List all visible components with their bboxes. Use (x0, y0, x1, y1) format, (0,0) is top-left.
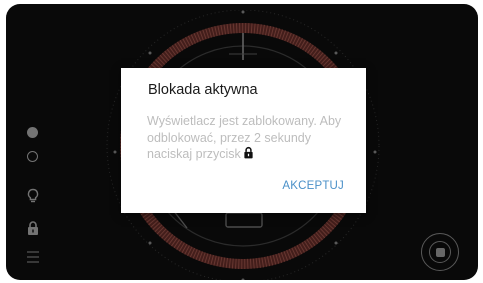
accept-button[interactable]: AKCEPTUJ (282, 180, 344, 192)
dialog-title: Blokada aktywna (148, 82, 258, 98)
lock-dialog: Blokada aktywna Wyświetlacz jest zabloko… (121, 68, 366, 213)
dialog-message: Wyświetlacz jest zablokowany. Aby odblok… (147, 113, 359, 163)
lock-icon (244, 146, 253, 159)
